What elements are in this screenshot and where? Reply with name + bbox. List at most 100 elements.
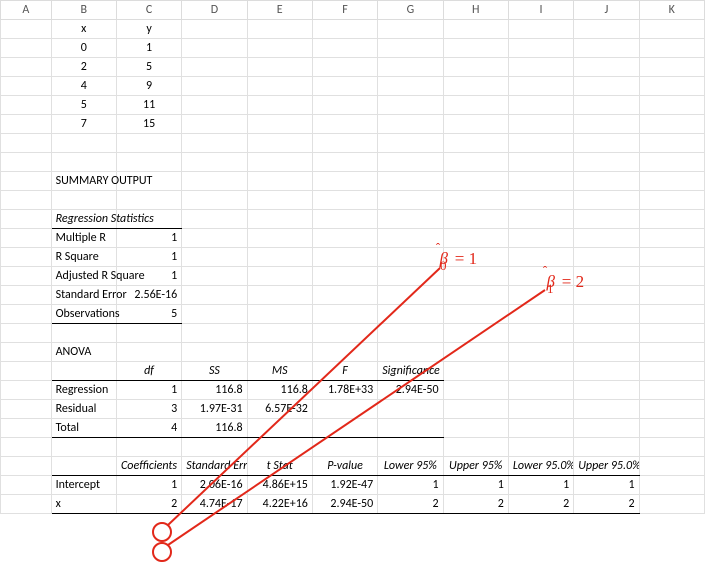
stat-label: Observations <box>51 305 116 324</box>
cell: 1.92E-47 <box>312 476 377 495</box>
cell <box>312 419 377 438</box>
cell: 116.8 <box>182 419 247 438</box>
coef-header: P-value <box>312 457 377 476</box>
anova-header-df: df <box>116 362 181 381</box>
col-header[interactable]: H <box>443 1 508 20</box>
cell: 9 <box>116 77 181 96</box>
data-header-x: x <box>51 20 116 39</box>
table-row[interactable]: Regression 1 116.8 116.8 1.78E+33 2.94E-… <box>1 381 705 400</box>
col-header[interactable]: E <box>247 1 312 20</box>
table-row[interactable]: x 2 4.74E-17 4.22E+16 2.94E-50 2 2 2 2 <box>1 495 705 514</box>
col-header[interactable]: A <box>1 1 52 20</box>
cell: 2 <box>508 495 573 514</box>
cell: 15 <box>116 115 181 134</box>
cell: 2.94E-50 <box>312 495 377 514</box>
cell: 4.74E-17 <box>182 495 247 514</box>
coef-row-label: x <box>51 495 116 514</box>
stat-label: Standard Error <box>51 286 116 305</box>
spreadsheet-grid[interactable]: A B C D E F G H I J K x y 01 25 49 511 7… <box>0 0 705 514</box>
table-row[interactable] <box>1 191 705 210</box>
anova-header-sigf: Significance F <box>378 362 443 381</box>
table-row[interactable]: SUMMARY OUTPUT <box>1 172 705 191</box>
cell: 0 <box>51 39 116 58</box>
col-header[interactable]: C <box>116 1 181 20</box>
table-row[interactable]: Adjusted R Square1 <box>1 267 705 286</box>
cell: 4.86E+15 <box>247 476 312 495</box>
table-row[interactable]: Coefficients Standard Error t Stat P-val… <box>1 457 705 476</box>
cell: 5 <box>116 58 181 77</box>
cell: 11 <box>116 96 181 115</box>
col-header[interactable]: B <box>51 1 116 20</box>
cell: 1.97E-31 <box>182 400 247 419</box>
cell: 2 <box>443 495 508 514</box>
col-header[interactable]: J <box>574 1 639 20</box>
coef-header: Upper 95% <box>443 457 508 476</box>
table-row[interactable] <box>1 153 705 172</box>
stat-label: Multiple R <box>51 229 116 248</box>
summary-output-title: SUMMARY OUTPUT <box>51 172 116 191</box>
anova-title: ANOVA <box>51 343 116 362</box>
cell: 2 <box>378 495 443 514</box>
col-header[interactable]: D <box>182 1 247 20</box>
coef-header: Coefficients <box>116 457 181 476</box>
table-row[interactable]: Standard Error2.56E-16 <box>1 286 705 305</box>
cell: 116.8 <box>182 381 247 400</box>
table-row[interactable]: Observations5 <box>1 305 705 324</box>
stat-value: 1 <box>116 229 181 248</box>
coef-intercept-value: 1 <box>116 476 181 495</box>
cell: 116.8 <box>247 381 312 400</box>
stat-label: R Square <box>51 248 116 267</box>
cell: 1 <box>508 476 573 495</box>
data-header-y: y <box>116 20 181 39</box>
table-row[interactable]: Regression Statistics <box>1 210 705 229</box>
cell <box>378 419 443 438</box>
table-row[interactable] <box>1 438 705 457</box>
table-row[interactable] <box>1 324 705 343</box>
table-row[interactable]: Total 4 116.8 <box>1 419 705 438</box>
coef-header: Upper 95.0% <box>574 457 639 476</box>
table-row[interactable]: ANOVA <box>1 343 705 362</box>
circle-beta0-icon <box>153 523 171 541</box>
table-row[interactable] <box>1 134 705 153</box>
table-row[interactable]: 715 <box>1 115 705 134</box>
cell: 1 <box>443 476 508 495</box>
cell <box>378 400 443 419</box>
regression-statistics-title: Regression Statistics <box>51 210 116 229</box>
cell: 1.78E+33 <box>312 381 377 400</box>
col-header[interactable]: F <box>312 1 377 20</box>
cell: 2 <box>51 58 116 77</box>
anova-header-f: F <box>312 362 377 381</box>
table-row[interactable]: 511 <box>1 96 705 115</box>
cell: 2 <box>574 495 639 514</box>
coef-header: Standard Error <box>182 457 247 476</box>
table-row[interactable]: 25 <box>1 58 705 77</box>
table-row[interactable]: R Square1 <box>1 248 705 267</box>
col-header[interactable]: I <box>508 1 573 20</box>
cell: 7 <box>51 115 116 134</box>
stat-label: Adjusted R Square <box>51 267 116 286</box>
table-row[interactable]: 01 <box>1 39 705 58</box>
coef-row-label: Intercept <box>51 476 116 495</box>
table-row[interactable]: Intercept 1 2.06E-16 4.86E+15 1.92E-47 1… <box>1 476 705 495</box>
col-header[interactable]: K <box>639 1 704 20</box>
column-headers-row: A B C D E F G H I J K <box>1 1 705 20</box>
cell <box>312 400 377 419</box>
cell: 4 <box>116 419 181 438</box>
cell: 1 <box>378 476 443 495</box>
circle-beta1-icon <box>153 543 171 561</box>
col-header[interactable]: G <box>378 1 443 20</box>
table-row[interactable]: df SS MS F Significance F <box>1 362 705 381</box>
table-row[interactable]: 49 <box>1 77 705 96</box>
table-row[interactable]: Multiple R1 <box>1 229 705 248</box>
anova-row-label: Residual <box>51 400 116 419</box>
table-row[interactable]: x y <box>1 20 705 39</box>
cell: 6.57E-32 <box>247 400 312 419</box>
anova-row-label: Total <box>51 419 116 438</box>
table-row[interactable]: Residual 3 1.97E-31 6.57E-32 <box>1 400 705 419</box>
anova-row-label: Regression <box>51 381 116 400</box>
anova-header-ms: MS <box>247 362 312 381</box>
cell: 2.94E-50 <box>378 381 443 400</box>
cell: 1 <box>574 476 639 495</box>
cell: 1 <box>116 39 181 58</box>
cell: 2.06E-16 <box>182 476 247 495</box>
